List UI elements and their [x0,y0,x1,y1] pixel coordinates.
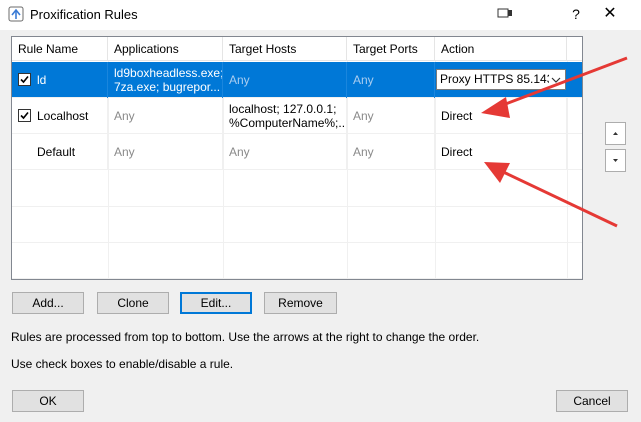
rule-applications: ld9boxheadless.exe; 7za.exe; bugrepor... [108,62,223,98]
close-button[interactable]: ✕ [600,4,620,24]
move-rule-down-button[interactable] [605,149,626,172]
rule-action: Direct [435,98,567,134]
order-hint-text: Rules are processed from top to bottom. … [11,330,480,344]
column-header-target-ports[interactable]: Target Ports [347,37,435,61]
column-header-applications[interactable]: Applications [108,37,223,61]
move-rule-up-button[interactable] [605,122,626,145]
screen-icon[interactable] [495,4,515,24]
rule-enabled-checkbox[interactable] [18,73,31,87]
rule-applications: Any [108,134,223,170]
rule-name: Localhost [37,109,89,123]
proxifier-app-icon [8,6,24,22]
add-rule-button[interactable]: Add... [12,292,84,314]
rule-action: Direct [435,134,567,170]
rule-target-ports: Any [347,62,435,98]
rule-target-hosts: Any [223,62,347,98]
rules-list-header: Rule Name Applications Target Hosts Targ… [12,37,582,61]
rule-row-default[interactable]: Default Any Any Any Direct [12,134,582,170]
cancel-button[interactable]: Cancel [556,390,628,412]
rule-target-hosts: localhost; 127.0.0.1; %ComputerName%;... [223,98,347,134]
rule-target-ports: Any [347,134,435,170]
edit-rule-button[interactable]: Edit... [180,292,252,314]
rule-row-localhost[interactable]: Localhost Any localhost; 127.0.0.1; %Com… [12,98,582,134]
checkbox-hint-text: Use check boxes to enable/disable a rule… [11,357,234,371]
remove-rule-button[interactable]: Remove [264,292,337,314]
rule-name: ld [37,73,47,87]
rule-row-ld[interactable]: ld ld9boxheadless.exe; 7za.exe; bugrepor… [12,62,582,98]
column-header-rule-name[interactable]: Rule Name [12,37,108,61]
clone-rule-button[interactable]: Clone [97,292,169,314]
chevron-down-icon [549,70,563,89]
rule-name: Default [12,134,108,170]
window-title: Proxification Rules [30,7,138,22]
rule-target-ports: Any [347,98,435,134]
rule-enabled-checkbox[interactable] [18,109,31,123]
rule-action-dropdown[interactable]: Proxy HTTPS 85.143.2 [436,69,566,90]
ok-button[interactable]: OK [12,390,84,412]
column-header-action[interactable]: Action [435,37,567,61]
rule-target-hosts: Any [223,134,347,170]
help-button[interactable]: ? [566,4,586,24]
title-bar: Proxification Rules ? ✕ [0,0,641,30]
rule-applications: Any [108,98,223,134]
rules-list[interactable]: Rule Name Applications Target Hosts Targ… [11,36,583,280]
column-header-target-hosts[interactable]: Target Hosts [223,37,347,61]
